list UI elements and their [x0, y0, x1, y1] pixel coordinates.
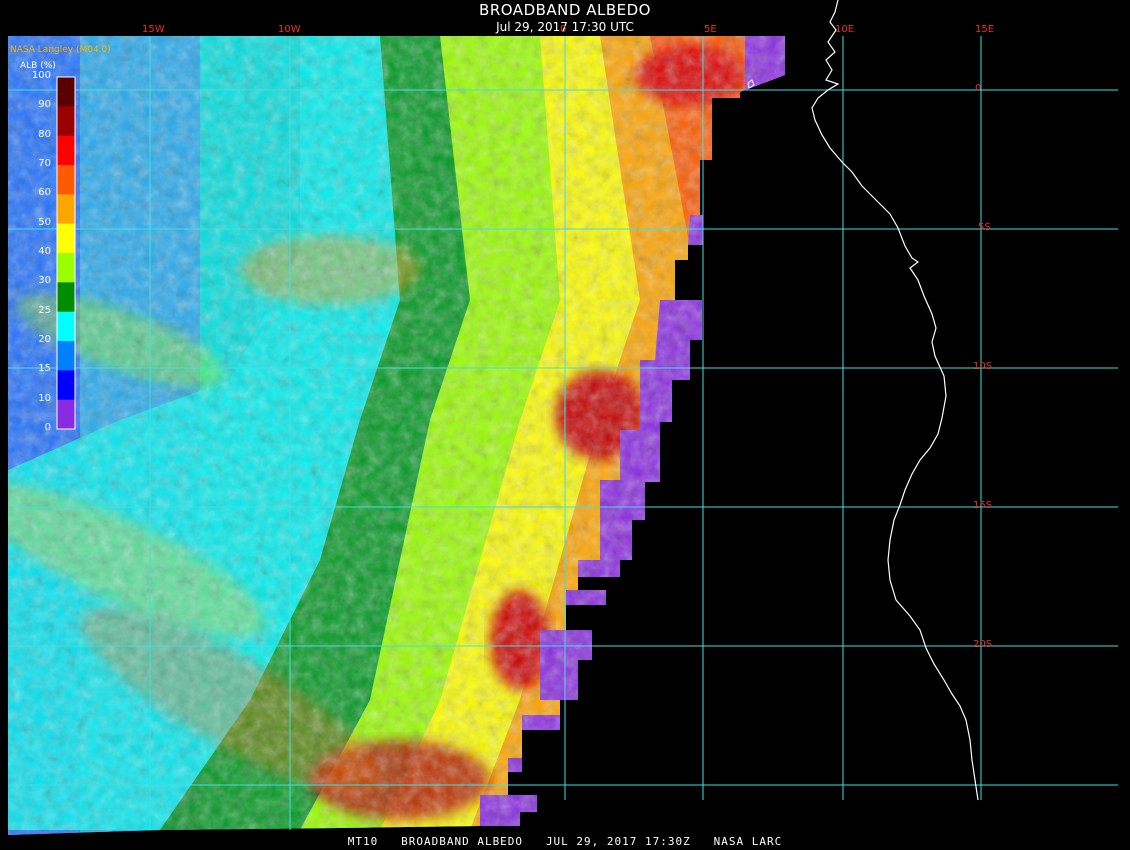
coastline [811, 0, 979, 801]
colorbar-swatch [57, 282, 75, 313]
colorbar-tick-label: 30 [38, 275, 51, 287]
colorbar-swatch [57, 165, 75, 195]
footer-datetime: JUL 29, 2017 17:30Z [545, 835, 691, 848]
colorbar-swatch [57, 135, 75, 166]
footer-name: BROADBAND ALBEDO [401, 835, 524, 848]
lat-label: 10S [973, 361, 993, 372]
lon-label: 15W [142, 24, 165, 35]
lon-label: 10E [835, 24, 855, 35]
colorbar-tick-label: 70 [38, 158, 51, 169]
page-title: BROADBAND ALBEDO [479, 1, 651, 19]
footer-source: NASA LARC [713, 835, 783, 848]
colorbar-swatch [57, 399, 75, 430]
colorbar-swatch [57, 223, 75, 254]
colorbar-tick-label: 50 [38, 216, 51, 228]
footer-product: MT10 [347, 835, 379, 848]
footer-caption: MT10 BROADBAND ALBEDO JUL 29, 2017 17:30… [0, 835, 1130, 848]
lon-label: 5E [704, 24, 717, 35]
colorbar-tick-label: 20 [38, 334, 51, 345]
colorbar-tick-label: 40 [38, 246, 51, 257]
colorbar-swatch [57, 341, 75, 371]
albedo-map [8, 0, 1118, 835]
colorbar-tick-label: 0 [44, 422, 51, 433]
colorbar-tick-label: 60 [38, 187, 51, 199]
org-label: NASA Langley (M04.0) [10, 45, 111, 55]
lat-label: 5S [978, 222, 991, 233]
colorbar-swatch [57, 194, 75, 225]
lon-label: 10W [278, 24, 301, 35]
colorbar-tick-label: 25 [38, 304, 51, 316]
lat-label: 0 [975, 83, 982, 94]
colorbar-tick-label: 10 [38, 392, 51, 404]
colorbar-tick-label: 15 [38, 363, 51, 375]
lat-label: 15S [973, 500, 993, 511]
colorbar-swatch [57, 370, 75, 401]
colorbar-swatch [57, 77, 75, 107]
colorbar [56, 76, 76, 430]
lon-label: 0 [560, 24, 567, 35]
colorbar-tick-label: 80 [38, 128, 51, 140]
colorbar-swatch [57, 106, 75, 137]
colorbar-swatch [57, 253, 75, 283]
colorbar-swatch [57, 311, 75, 342]
colorbar-tick-label: 90 [38, 99, 51, 111]
lat-label: 20S [973, 639, 993, 650]
lon-label: 15E [975, 24, 995, 35]
colorbar-tick-label: 100 [31, 70, 51, 81]
